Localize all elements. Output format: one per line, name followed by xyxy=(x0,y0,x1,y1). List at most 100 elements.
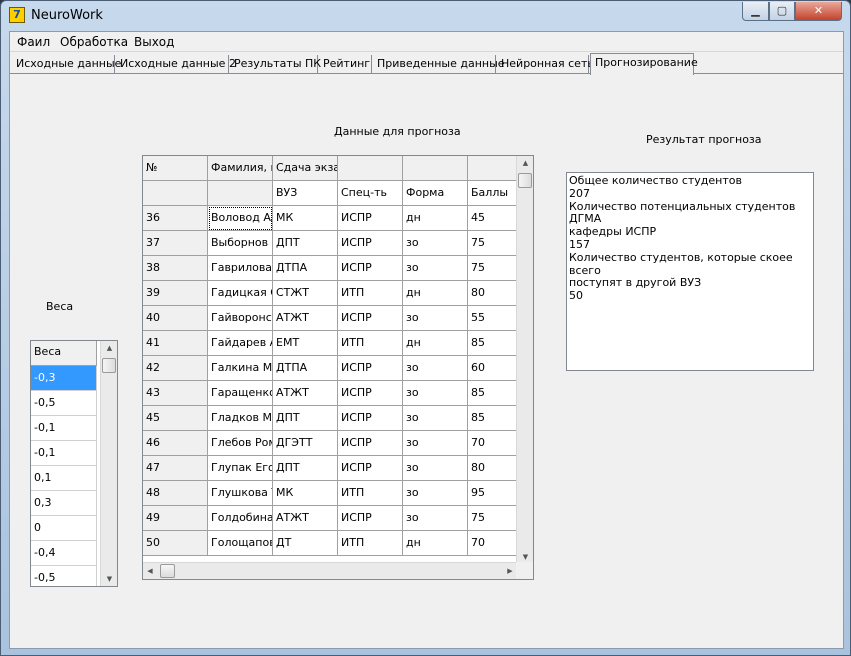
menu-processing[interactable]: Обработка xyxy=(60,35,128,49)
grid-cell-surname[interactable]: Гадицкая О xyxy=(208,281,273,306)
grid-cell-exam-university[interactable]: СТЖТ xyxy=(273,281,338,306)
grid-cell-exam-university[interactable]: АТЖТ xyxy=(273,506,338,531)
grid-cell-speciality[interactable]: ИСПР xyxy=(338,381,403,406)
weight-cell[interactable]: 0,3 xyxy=(31,491,97,516)
weights-vscrollbar[interactable]: ▲ ▼ xyxy=(100,341,117,586)
weights-grid-header[interactable]: Веса xyxy=(31,341,97,366)
grid-cell-surname[interactable]: Гайдарев А xyxy=(208,331,273,356)
menu-exit[interactable]: Выход xyxy=(134,35,174,49)
weight-cell[interactable]: 0 xyxy=(31,516,97,541)
minimize-button[interactable]: ▁ xyxy=(742,2,769,21)
grid-header-cell[interactable]: Сдача экзам xyxy=(273,156,338,181)
grid-cell-score[interactable]: 85 xyxy=(468,406,520,431)
grid-cell-speciality[interactable]: ИСПР xyxy=(338,406,403,431)
forecast-result-memo[interactable]: Общее количество студентов 207 Количество … xyxy=(566,172,814,371)
grid-cell-row-number[interactable]: 37 xyxy=(143,231,208,256)
grid-cell-row-number[interactable]: 36 xyxy=(143,206,208,231)
grid-cell-exam-university[interactable]: АТЖТ xyxy=(273,306,338,331)
close-button[interactable]: ✕ xyxy=(795,2,842,21)
grid-cell-speciality[interactable]: ИТП xyxy=(338,331,403,356)
grid-header-cell[interactable] xyxy=(468,156,520,181)
grid-header-cell[interactable]: ВУЗ xyxy=(273,181,338,206)
grid-cell-study-form[interactable]: дн xyxy=(403,331,468,356)
grid-cell-exam-university[interactable]: МК xyxy=(273,206,338,231)
grid-cell-exam-university[interactable]: ДТ xyxy=(273,531,338,556)
grid-cell-speciality[interactable]: ИСПР xyxy=(338,356,403,381)
scroll-left-arrow-icon[interactable]: ◀ xyxy=(143,563,157,579)
grid-header-cell[interactable]: Спец-ть xyxy=(338,181,403,206)
grid-cell-row-number[interactable]: 41 xyxy=(143,331,208,356)
weight-cell[interactable]: -0,5 xyxy=(31,391,97,416)
grid-cell-score[interactable]: 75 xyxy=(468,256,520,281)
grid-header-cell[interactable] xyxy=(143,181,208,206)
grid-cell-study-form[interactable]: дн xyxy=(403,531,468,556)
maximize-button[interactable]: ▢ xyxy=(769,2,795,21)
grid-cell-row-number[interactable]: 43 xyxy=(143,381,208,406)
title-bar[interactable]: 7 NeuroWork ▁ ▢ ✕ xyxy=(1,1,850,31)
grid-cell-surname[interactable]: Гаращенко xyxy=(208,381,273,406)
weight-cell[interactable]: -0,5 xyxy=(31,566,97,586)
grid-cell-exam-university[interactable]: ДТПА xyxy=(273,256,338,281)
grid-cell-speciality[interactable]: ИСПР xyxy=(338,231,403,256)
weight-cell[interactable]: -0,1 xyxy=(31,441,97,466)
grid-header-cell[interactable]: Форма xyxy=(403,181,468,206)
grid-cell-score[interactable]: 75 xyxy=(468,506,520,531)
grid-cell-surname[interactable]: Глупак Егор xyxy=(208,456,273,481)
grid-cell-study-form[interactable]: дн xyxy=(403,281,468,306)
grid-cell-study-form[interactable]: зо xyxy=(403,381,468,406)
tab-pc-results[interactable]: Результаты ПК xyxy=(230,55,321,74)
grid-cell-row-number[interactable]: 45 xyxy=(143,406,208,431)
grid-cell-score[interactable]: 60 xyxy=(468,356,520,381)
grid-cell-study-form[interactable]: зо xyxy=(403,356,468,381)
grid-cell-score[interactable]: 55 xyxy=(468,306,520,331)
weights-grid[interactable]: Веса -0,3 -0,5 -0,1 -0,1 0,1 0,3 0 -0,4 -0,5 ▲ ▼ xyxy=(30,340,118,587)
grid-cell-speciality[interactable]: ИСПР xyxy=(338,206,403,231)
grid-header-cell[interactable] xyxy=(403,156,468,181)
grid-cell-score[interactable]: 75 xyxy=(468,231,520,256)
weight-cell[interactable]: -0,4 xyxy=(31,541,97,566)
tab-rating[interactable]: Рейтинг xyxy=(319,55,372,74)
grid-cell-surname[interactable]: Воловод Ал xyxy=(208,206,273,231)
grid-cell-exam-university[interactable]: ДПТ xyxy=(273,456,338,481)
tab-source-data-2[interactable]: Исходные данные 2 xyxy=(116,55,236,74)
grid-cell-score[interactable]: 70 xyxy=(468,531,520,556)
grid-cell-score[interactable]: 70 xyxy=(468,431,520,456)
grid-cell-study-form[interactable]: дн xyxy=(403,206,468,231)
scroll-up-arrow-icon[interactable]: ▲ xyxy=(101,341,117,355)
grid-cell-study-form[interactable]: зо xyxy=(403,456,468,481)
grid-cell-speciality[interactable]: ИСПР xyxy=(338,431,403,456)
grid-cell-surname[interactable]: Галкина Ма xyxy=(208,356,273,381)
grid-cell-score[interactable]: 95 xyxy=(468,481,520,506)
grid-cell-speciality[interactable]: ИТП xyxy=(338,531,403,556)
grid-cell-surname[interactable]: Гладков Ма xyxy=(208,406,273,431)
scroll-up-arrow-icon[interactable]: ▲ xyxy=(517,156,533,170)
grid-cell-speciality[interactable]: ИТП xyxy=(338,481,403,506)
grid-cell-score[interactable]: 85 xyxy=(468,331,520,356)
grid-cell-row-number[interactable]: 38 xyxy=(143,256,208,281)
grid-cell-exam-university[interactable]: МК xyxy=(273,481,338,506)
grid-cell-row-number[interactable]: 46 xyxy=(143,431,208,456)
grid-cell-surname[interactable]: Глушкова Т xyxy=(208,481,273,506)
tab-neural-network[interactable]: Нейронная сеть xyxy=(497,55,594,74)
tab-forecasting[interactable]: Прогнозирование xyxy=(590,53,698,75)
grid-cell-exam-university[interactable]: ДПТ xyxy=(273,406,338,431)
grid-cell-exam-university[interactable]: ЕМТ xyxy=(273,331,338,356)
grid-cell-speciality[interactable]: ИСПР xyxy=(338,456,403,481)
grid-cell-score[interactable]: 80 xyxy=(468,281,520,306)
tab-source-data[interactable]: Исходные данные xyxy=(12,55,121,74)
grid-cell-speciality[interactable]: ИСПР xyxy=(338,256,403,281)
grid-cell-study-form[interactable]: зо xyxy=(403,506,468,531)
weight-cell[interactable]: 0,1 xyxy=(31,466,97,491)
grid-cell-score[interactable]: 80 xyxy=(468,456,520,481)
grid-header-cell[interactable]: № xyxy=(143,156,208,181)
scroll-down-arrow-icon[interactable]: ▼ xyxy=(101,572,117,586)
grid-cell-speciality[interactable]: ИТП xyxy=(338,281,403,306)
grid-cell-study-form[interactable]: зо xyxy=(403,406,468,431)
grid-cell-row-number[interactable]: 50 xyxy=(143,531,208,556)
grid-header-cell[interactable]: Фамилия, и xyxy=(208,156,273,181)
grid-cell-study-form[interactable]: зо xyxy=(403,256,468,281)
tab-normalized-data[interactable]: Приведенные данные xyxy=(373,55,505,74)
scroll-right-arrow-icon[interactable]: ▶ xyxy=(503,563,517,579)
grid-cell-exam-university[interactable]: ДПТ xyxy=(273,231,338,256)
grid-header-cell[interactable]: Баллы xyxy=(468,181,520,206)
